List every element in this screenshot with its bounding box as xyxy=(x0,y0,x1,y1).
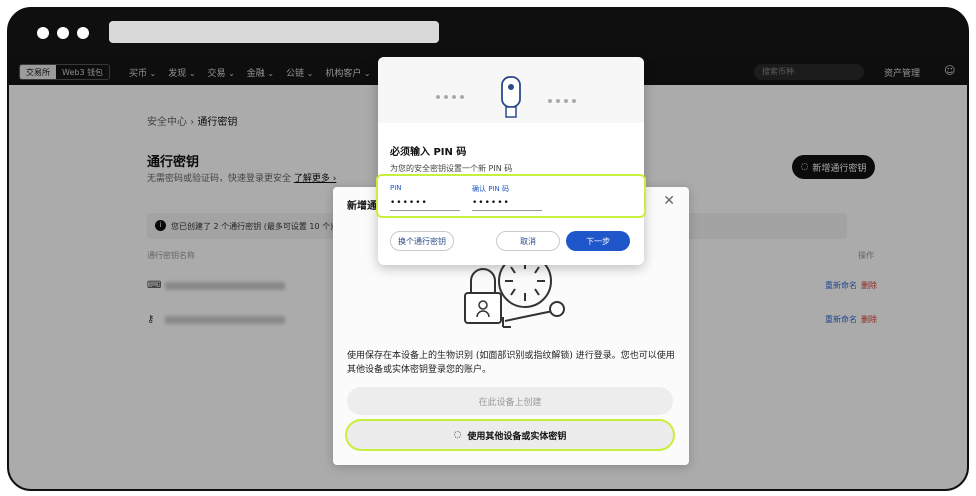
address-bar[interactable] xyxy=(109,21,439,43)
switch-passkey-button[interactable]: 换个通行密钥 xyxy=(390,231,454,251)
pin-dialog-subtitle: 为您的安全密钥设置一个新 PIN 码 xyxy=(390,164,513,173)
spinner-icon: ◌ xyxy=(453,430,462,440)
pin-underline xyxy=(390,210,460,211)
create-on-device-button[interactable]: 在此设备上创建 xyxy=(347,387,673,415)
confirm-pin-underline xyxy=(472,210,542,211)
close-icon[interactable]: ✕ xyxy=(663,193,675,209)
pin-label: PIN xyxy=(390,184,402,192)
pin-input[interactable]: •••••• xyxy=(390,198,428,208)
modal-title: 新增通 xyxy=(347,201,377,212)
confirm-pin-label: 确认 PIN 码 xyxy=(472,185,509,193)
confirm-pin-input[interactable]: •••••• xyxy=(472,198,510,208)
browser-frame: 交易所 Web3 钱包 买币 发现 交易 金融 公链 机构客户 搜索币种 资产管… xyxy=(7,7,969,491)
next-button[interactable]: 下一步 xyxy=(566,231,630,251)
pin-dialog-header xyxy=(378,57,644,123)
pin-dialog-title: 必须输入 PIN 码 xyxy=(390,147,467,158)
window-dot-3[interactable] xyxy=(77,27,89,39)
use-other-device-button[interactable]: ◌ 使用其他设备或实体密钥 xyxy=(347,421,673,449)
modal-description: 使用保存在本设备上的生物识别 (如面部识别或指纹解锁) 进行登录。您也可以使用其… xyxy=(347,351,675,375)
window-dot-1[interactable] xyxy=(37,27,49,39)
window-dot-2[interactable] xyxy=(57,27,69,39)
use-other-device-label: 使用其他设备或实体密钥 xyxy=(467,431,567,442)
cancel-button[interactable]: 取消 xyxy=(496,231,560,251)
pin-fields-highlight: PIN 确认 PIN 码 •••••• •••••• xyxy=(378,176,644,216)
pin-dialog: 必须输入 PIN 码 为您的安全密钥设置一个新 PIN 码 换个通行密钥 取消 … xyxy=(378,57,644,265)
browser-titlebar xyxy=(9,9,967,59)
security-key-icon xyxy=(436,76,576,118)
